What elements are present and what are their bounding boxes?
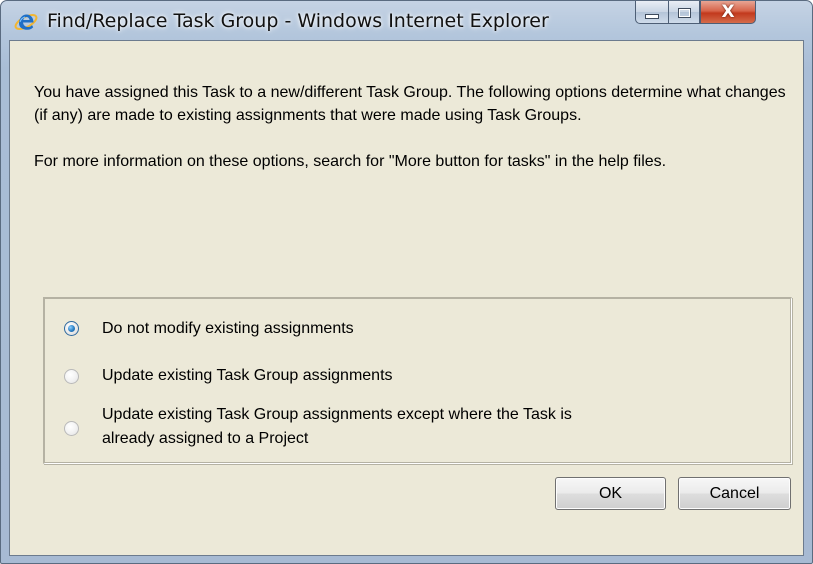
radio-button[interactable] <box>64 421 79 436</box>
ok-button[interactable]: OK <box>555 477 666 510</box>
option-label-line-2: already assigned to a Project <box>102 430 309 447</box>
title-bar[interactable]: Find/Replace Task Group - Windows Intern… <box>1 1 812 41</box>
minimize-icon <box>645 13 659 19</box>
dialog-window: Find/Replace Task Group - Windows Intern… <box>0 0 813 564</box>
message-paragraph: You have assigned this Task to a new/dif… <box>34 84 786 124</box>
dialog-message: You have assigned this Task to a new/dif… <box>34 81 794 173</box>
cancel-button[interactable]: Cancel <box>678 477 791 510</box>
window-title: Find/Replace Task Group - Windows Intern… <box>47 10 549 32</box>
maximize-button[interactable] <box>668 1 700 24</box>
help-paragraph: For more information on these options, s… <box>34 153 667 170</box>
internet-explorer-icon <box>14 14 38 30</box>
caption-buttons: X <box>635 1 756 25</box>
radio-button-selected[interactable] <box>64 321 79 336</box>
option-label-line-1: Update existing Task Group assignments e… <box>102 406 572 423</box>
option-label: Update existing Task Group assignments <box>102 367 393 384</box>
maximize-icon <box>677 7 691 18</box>
option-label: Do not modify existing assignments <box>102 320 354 337</box>
radio-button[interactable] <box>64 369 79 384</box>
minimize-button[interactable] <box>635 1 668 24</box>
options-group: Do not modify existing assignments Updat… <box>43 297 792 464</box>
close-button[interactable]: X <box>700 1 756 24</box>
close-icon: X <box>721 2 735 22</box>
